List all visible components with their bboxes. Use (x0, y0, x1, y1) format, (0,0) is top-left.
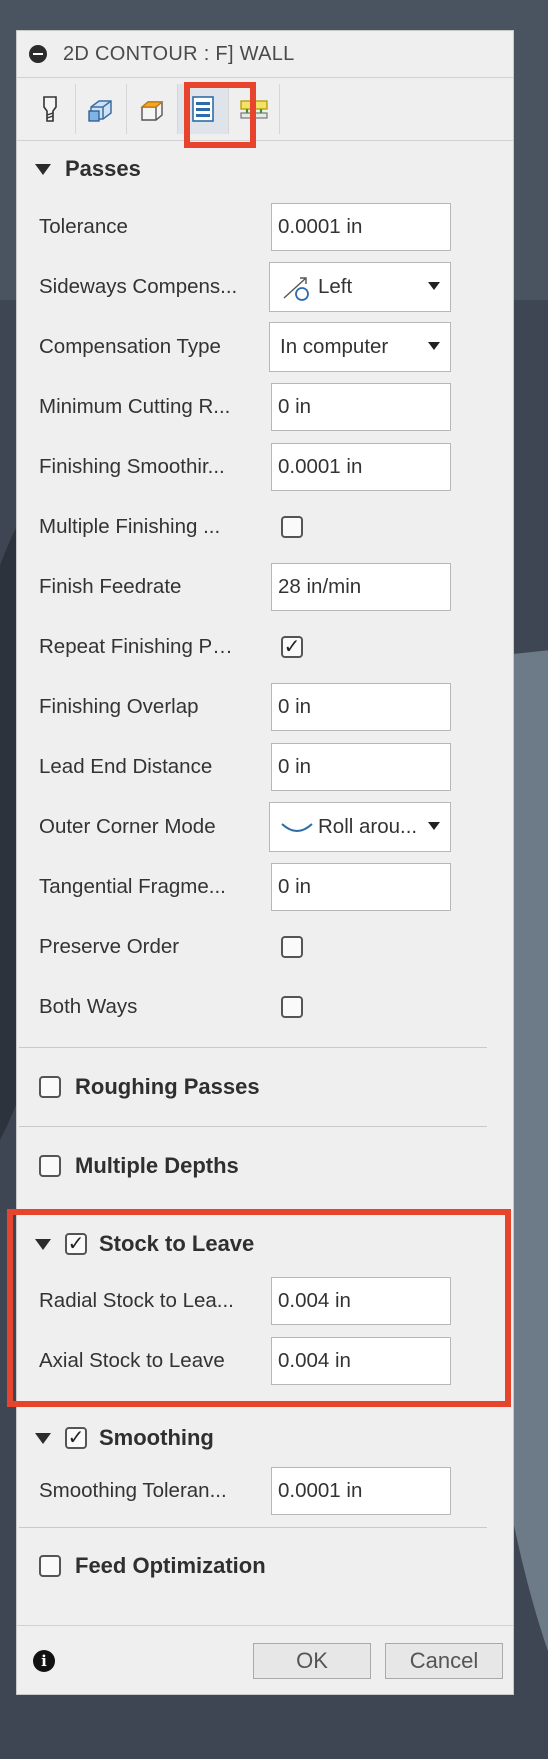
dialog-footer: i OK Cancel (17, 1625, 513, 1694)
roughing-passes-title: Roughing Passes (75, 1074, 260, 1099)
radial-stock-row: Radial Stock to Lea... 0.004 in (17, 1271, 513, 1331)
finishing-smoothing-input[interactable]: 0.0001 in (271, 443, 451, 491)
smoothing-tolerance-input[interactable]: 0.0001 in (271, 1467, 451, 1515)
lead-end-distance-row: Lead End Distance 0 in (17, 737, 513, 797)
chevron-down-icon (428, 342, 440, 350)
tool-icon (43, 96, 57, 122)
stock-to-leave-header[interactable]: ✓ Stock to Leave (17, 1205, 513, 1271)
multiple-finishing-row: Multiple Finishing ... (17, 497, 513, 557)
multiple-finishing-label: Multiple Finishing ... (39, 515, 221, 538)
left-compensation-icon (283, 277, 309, 301)
finishing-overlap-label: Finishing Overlap (39, 695, 199, 718)
axial-stock-row: Axial Stock to Leave 0.004 in (17, 1331, 513, 1391)
finishing-smoothing-label: Finishing Smoothir... (39, 455, 225, 478)
tab-tool[interactable] (25, 84, 76, 134)
finish-feedrate-label: Finish Feedrate (39, 575, 182, 598)
dialog-title: 2D CONTOUR : F] WALL (63, 42, 295, 65)
sideways-compensation-label: Sideways Compens... (39, 275, 238, 298)
tab-heights[interactable] (127, 84, 178, 134)
geometry-icon (88, 100, 112, 122)
smoothing-header[interactable]: ✓ Smoothing (17, 1391, 513, 1461)
feed-optimization-title: Feed Optimization (75, 1553, 266, 1578)
tab-geometry[interactable] (76, 84, 127, 134)
outer-corner-mode-select[interactable]: Roll arou... (269, 802, 451, 852)
multiple-depths-checkbox[interactable] (39, 1155, 61, 1177)
chevron-down-icon (428, 822, 440, 830)
roll-around-icon (281, 823, 313, 832)
finishing-overlap-input[interactable]: 0 in (271, 683, 451, 731)
both-ways-row: Both Ways (17, 977, 513, 1037)
passes-section-header[interactable]: Passes (17, 141, 513, 197)
axial-stock-label: Axial Stock to Leave (39, 1349, 225, 1372)
outer-corner-mode-value: Roll arou... (318, 815, 418, 838)
dialog-titlebar: 2D CONTOUR : F] WALL (17, 31, 513, 78)
finishing-smoothing-row: Finishing Smoothir... 0.0001 in (17, 437, 513, 497)
tangential-fragment-label: Tangential Fragme... (39, 875, 226, 898)
multiple-finishing-checkbox[interactable] (281, 516, 303, 538)
cancel-button[interactable]: Cancel (385, 1643, 503, 1679)
stock-to-leave-checkbox[interactable]: ✓ (65, 1233, 87, 1255)
chevron-down-icon (428, 282, 440, 290)
minimum-cutting-row: Minimum Cutting R... 0 in (17, 377, 513, 437)
compensation-type-label: Compensation Type (39, 335, 221, 358)
outer-corner-mode-label: Outer Corner Mode (39, 815, 216, 838)
repeat-finishing-checkbox[interactable]: ✓ (281, 636, 303, 658)
tab-bar (17, 78, 513, 148)
preserve-order-label: Preserve Order (39, 935, 180, 958)
tolerance-row: Tolerance 0.0001 in (17, 197, 513, 257)
lead-end-distance-input[interactable]: 0 in (271, 743, 451, 791)
minimum-cutting-label: Minimum Cutting R... (39, 395, 231, 418)
passes-section-title: Passes (65, 156, 141, 181)
tab-highlight-box (184, 82, 256, 148)
compensation-type-select[interactable]: In computer (269, 322, 451, 372)
minimum-cutting-input[interactable]: 0 in (271, 383, 451, 431)
stock-to-leave-title: Stock to Leave (99, 1231, 255, 1256)
sideways-compensation-select[interactable]: Left (269, 262, 451, 312)
radial-stock-input[interactable]: 0.004 in (271, 1277, 451, 1325)
lead-end-distance-label: Lead End Distance (39, 755, 213, 778)
parameters-panel: Passes Tolerance 0.0001 in Sideways Comp… (7, 141, 513, 1604)
contour-dialog: 2D CONTOUR : F] WALL Passes Tolerance 0.… (7, 30, 514, 1695)
feed-optimization-header[interactable]: Feed Optimization (17, 1528, 513, 1604)
feed-optimization-checkbox[interactable] (39, 1555, 61, 1577)
smoothing-tolerance-row: Smoothing Toleran... 0.0001 in (17, 1461, 513, 1521)
tolerance-label: Tolerance (39, 215, 128, 238)
expand-triangle-icon (35, 1432, 51, 1444)
tangential-fragment-row: Tangential Fragme... 0 in (17, 857, 513, 917)
ok-button[interactable]: OK (253, 1643, 371, 1679)
collapse-dialog-icon[interactable] (29, 45, 47, 63)
radial-stock-label: Radial Stock to Lea... (39, 1289, 234, 1312)
sideways-compensation-row: Sideways Compens... Left (17, 257, 513, 317)
roughing-passes-header[interactable]: Roughing Passes (17, 1048, 513, 1126)
tangential-fragment-input[interactable]: 0 in (271, 863, 451, 911)
smoothing-tolerance-label: Smoothing Toleran... (39, 1479, 227, 1502)
finishing-overlap-row: Finishing Overlap 0 in (17, 677, 513, 737)
finish-feedrate-row: Finish Feedrate 28 in/min (17, 557, 513, 617)
repeat-finishing-row: Repeat Finishing Pa... ✓ (17, 617, 513, 677)
stock-to-leave-group: ✓ Stock to Leave Radial Stock to Lea... … (7, 1205, 513, 1407)
expand-triangle-icon (35, 1238, 51, 1250)
repeat-finishing-label: Repeat Finishing Pa... (39, 635, 239, 658)
multiple-depths-header[interactable]: Multiple Depths (17, 1127, 513, 1205)
roughing-passes-checkbox[interactable] (39, 1076, 61, 1098)
multiple-depths-title: Multiple Depths (75, 1153, 239, 1178)
smoothing-checkbox[interactable]: ✓ (65, 1427, 87, 1449)
both-ways-label: Both Ways (39, 995, 138, 1018)
outer-corner-mode-row: Outer Corner Mode Roll arou... (17, 797, 513, 857)
preserve-order-checkbox[interactable] (281, 936, 303, 958)
heights-icon (140, 101, 164, 121)
expand-triangle-icon (35, 163, 51, 175)
compensation-type-row: Compensation Type In computer (17, 317, 513, 377)
preserve-order-row: Preserve Order (17, 917, 513, 977)
tolerance-input[interactable]: 0.0001 in (271, 203, 451, 251)
sideways-compensation-value: Left (318, 275, 353, 298)
smoothing-title: Smoothing (99, 1425, 214, 1450)
both-ways-checkbox[interactable] (281, 996, 303, 1018)
axial-stock-input[interactable]: 0.004 in (271, 1337, 451, 1385)
finish-feedrate-input[interactable]: 28 in/min (271, 563, 451, 611)
compensation-type-value: In computer (280, 335, 389, 358)
info-icon[interactable]: i (33, 1650, 55, 1672)
